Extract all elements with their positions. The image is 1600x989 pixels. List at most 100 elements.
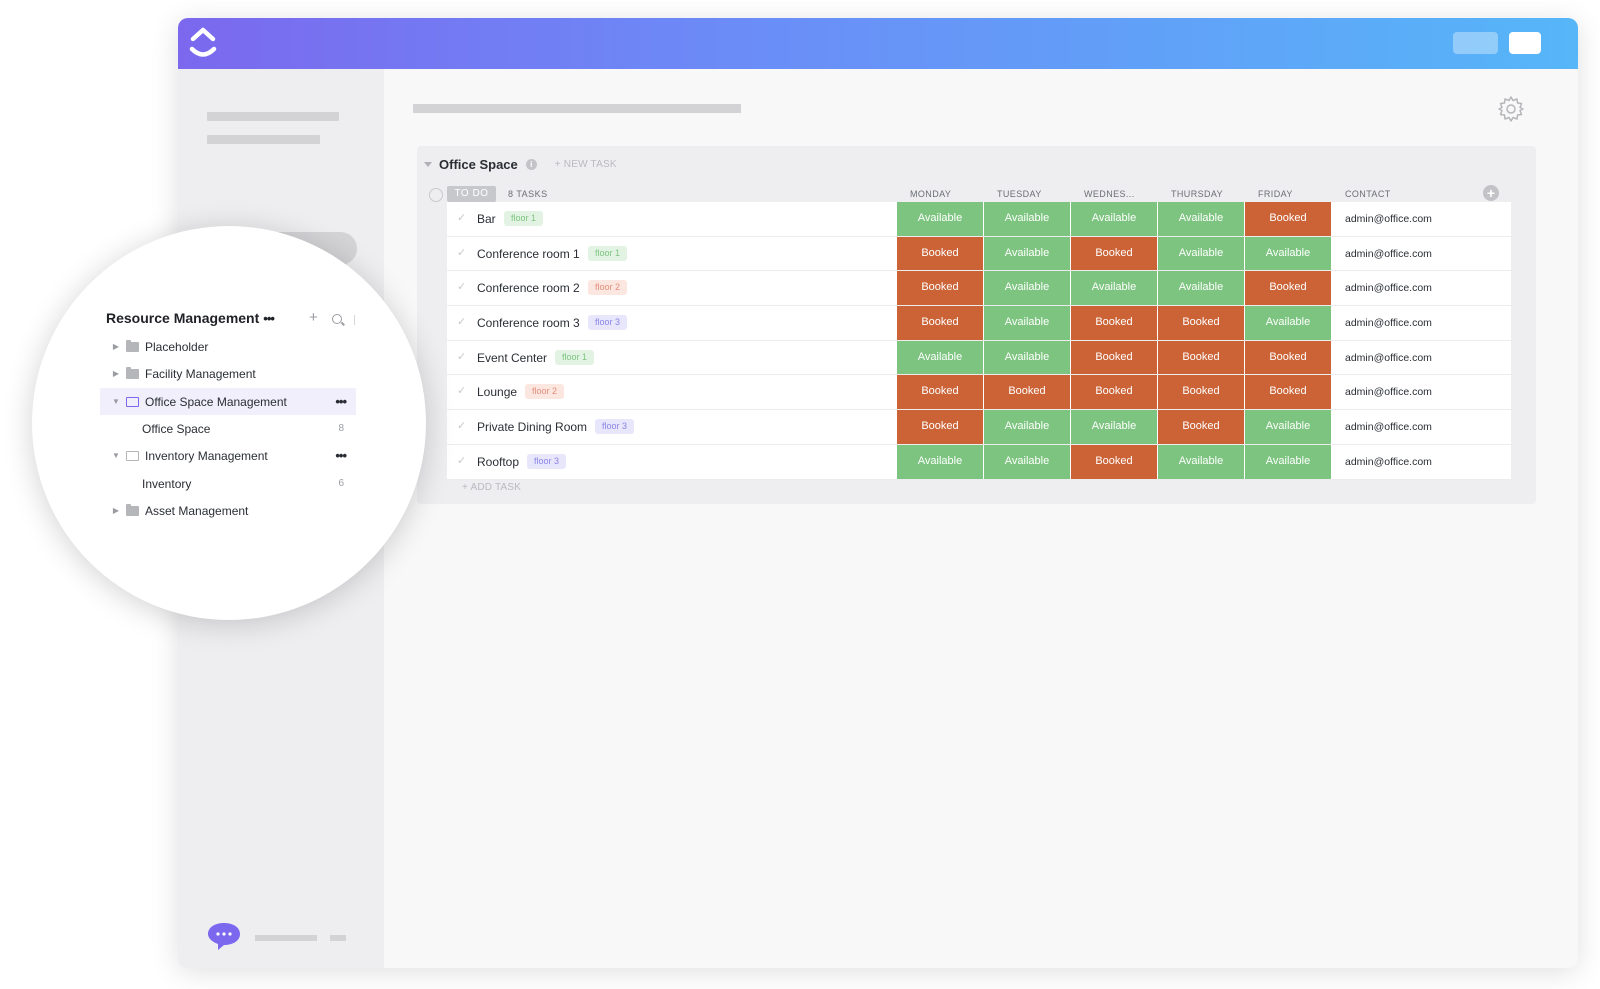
complete-check-icon[interactable]: ✓ xyxy=(457,210,467,226)
complete-check-icon[interactable]: ✓ xyxy=(457,245,467,261)
more-options-icon[interactable]: ••• xyxy=(263,311,275,326)
status-toggle-icon[interactable] xyxy=(429,188,443,202)
table-row[interactable]: ✓ Bar floor 1 Available Available Available Av… xyxy=(447,202,1511,237)
contact-email[interactable]: admin@office.com xyxy=(1345,280,1432,296)
availability-cell[interactable]: Available xyxy=(984,444,1070,479)
complete-check-icon[interactable]: ✓ xyxy=(457,349,467,365)
availability-cell[interactable]: Booked xyxy=(1071,236,1157,271)
space-title[interactable]: Resource Management xyxy=(106,310,259,326)
chevron-right-icon[interactable]: ▶ xyxy=(108,369,124,378)
floor-tag[interactable]: floor 3 xyxy=(527,453,567,469)
folder-item[interactable]: ▼ Office Space Management ••• xyxy=(100,388,356,415)
contact-email[interactable]: admin@office.com xyxy=(1345,350,1432,366)
column-header-monday[interactable]: MONDAY xyxy=(910,186,951,202)
more-options-icon[interactable]: ••• xyxy=(335,448,347,463)
availability-cell[interactable]: Booked xyxy=(897,271,983,306)
availability-cell[interactable]: Available xyxy=(984,340,1070,375)
availability-cell[interactable]: Available xyxy=(1071,271,1157,306)
column-header-wednesday[interactable]: WEDNES... xyxy=(1084,186,1135,202)
availability-cell[interactable]: Booked xyxy=(1158,306,1244,340)
add-task-button[interactable]: + ADD TASK xyxy=(462,482,521,493)
task-name[interactable]: Bar xyxy=(477,211,496,227)
new-task-button[interactable]: + NEW TASK xyxy=(555,159,617,170)
table-row[interactable]: ✓ Lounge floor 2 Booked Booked Booked Booked Bo… xyxy=(447,375,1511,411)
availability-cell[interactable]: Booked xyxy=(897,236,983,271)
availability-cell[interactable]: Booked xyxy=(1071,340,1157,375)
task-name[interactable]: Rooftop xyxy=(477,454,519,470)
folder-item[interactable]: ▶ Asset Management xyxy=(100,497,356,524)
column-header-friday[interactable]: FRIDAY xyxy=(1258,186,1293,202)
availability-cell[interactable]: Booked xyxy=(1158,410,1244,444)
availability-cell[interactable]: Booked xyxy=(1071,306,1157,340)
floor-tag[interactable]: floor 3 xyxy=(595,419,635,435)
availability-cell[interactable]: Booked xyxy=(1245,271,1331,306)
availability-cell[interactable]: Available xyxy=(1071,410,1157,444)
complete-check-icon[interactable]: ✓ xyxy=(457,383,467,399)
complete-check-icon[interactable]: ✓ xyxy=(457,418,467,434)
column-header-tuesday[interactable]: TUESDAY xyxy=(997,186,1042,202)
availability-cell[interactable]: Available xyxy=(984,202,1070,236)
floor-tag[interactable]: floor 1 xyxy=(588,245,628,261)
column-header-contact[interactable]: CONTACT xyxy=(1345,186,1391,202)
contact-email[interactable]: admin@office.com xyxy=(1345,454,1432,470)
availability-cell[interactable]: Booked xyxy=(1158,375,1244,410)
table-row[interactable]: ✓ Private Dining Room floor 3 Booked Availab… xyxy=(447,410,1511,445)
availability-cell[interactable]: Available xyxy=(1158,236,1244,271)
availability-cell[interactable]: Available xyxy=(897,444,983,479)
availability-cell[interactable]: Available xyxy=(984,236,1070,271)
contact-email[interactable]: admin@office.com xyxy=(1345,384,1432,400)
availability-cell[interactable]: Booked xyxy=(897,375,983,410)
floor-tag[interactable]: floor 1 xyxy=(504,211,544,226)
task-name[interactable]: Conference room 1 xyxy=(477,246,580,262)
availability-cell[interactable]: Available xyxy=(1158,444,1244,479)
availability-cell[interactable]: Booked xyxy=(897,306,983,340)
list-item[interactable]: Office Space 8 xyxy=(100,415,356,442)
folder-item[interactable]: ▼ Inventory Management ••• xyxy=(100,442,356,469)
contact-email[interactable]: admin@office.com xyxy=(1345,419,1432,435)
more-options-icon[interactable]: ••• xyxy=(335,394,347,409)
availability-cell[interactable]: Available xyxy=(1158,271,1244,306)
availability-cell[interactable]: Booked xyxy=(984,375,1070,410)
add-column-button[interactable]: + xyxy=(1483,185,1499,201)
folder-item[interactable]: ▶ Facility Management xyxy=(100,360,356,387)
gear-icon[interactable] xyxy=(1497,95,1525,123)
chevron-right-icon[interactable]: ▶ xyxy=(108,506,124,515)
table-row[interactable]: ✓ Conference room 1 floor 1 Booked Available… xyxy=(447,236,1511,272)
group-title[interactable]: Office Space xyxy=(439,157,518,172)
folder-item[interactable]: ▶ Placeholder xyxy=(100,333,356,360)
complete-check-icon[interactable]: ✓ xyxy=(457,279,467,295)
chat-bubble-icon[interactable] xyxy=(206,921,242,951)
availability-cell[interactable]: Available xyxy=(984,410,1070,444)
task-name[interactable]: Conference room 2 xyxy=(477,280,580,296)
availability-cell[interactable]: Available xyxy=(897,202,983,236)
availability-cell[interactable]: Available xyxy=(1245,444,1331,479)
contact-email[interactable]: admin@office.com xyxy=(1345,315,1432,331)
table-row[interactable]: ✓ Event Center floor 1 Available Available Bo… xyxy=(447,340,1511,376)
add-icon[interactable]: + xyxy=(309,310,318,326)
task-name[interactable]: Lounge xyxy=(477,384,517,400)
column-header-thursday[interactable]: THURSDAY xyxy=(1171,186,1223,202)
availability-cell[interactable]: Available xyxy=(1245,410,1331,444)
floor-tag[interactable]: floor 3 xyxy=(588,315,628,331)
table-row[interactable]: ✓ Rooftop floor 3 Available Available Booked A… xyxy=(447,444,1511,480)
collapse-caret-icon[interactable] xyxy=(424,161,432,167)
search-icon[interactable] xyxy=(332,314,342,324)
topbar-button-primary[interactable] xyxy=(1509,32,1541,54)
availability-cell[interactable]: Available xyxy=(1245,236,1331,271)
complete-check-icon[interactable]: ✓ xyxy=(457,453,467,469)
complete-check-icon[interactable]: ✓ xyxy=(457,314,467,330)
availability-cell[interactable]: Booked xyxy=(1245,340,1331,375)
availability-cell[interactable]: Available xyxy=(1158,202,1244,236)
chevron-down-icon[interactable]: ▼ xyxy=(108,451,124,460)
floor-tag[interactable]: floor 1 xyxy=(555,349,595,365)
availability-cell[interactable]: Available xyxy=(984,306,1070,340)
task-name[interactable]: Private Dining Room xyxy=(477,419,587,435)
availability-cell[interactable]: Booked xyxy=(1071,444,1157,479)
floor-tag[interactable]: floor 2 xyxy=(525,384,565,400)
info-icon[interactable]: i xyxy=(525,158,537,170)
availability-cell[interactable]: Booked xyxy=(897,410,983,444)
contact-email[interactable]: admin@office.com xyxy=(1345,211,1432,227)
availability-cell[interactable]: Available xyxy=(984,271,1070,306)
clickup-logo-icon[interactable] xyxy=(188,25,218,61)
topbar-button-secondary[interactable] xyxy=(1453,32,1498,54)
